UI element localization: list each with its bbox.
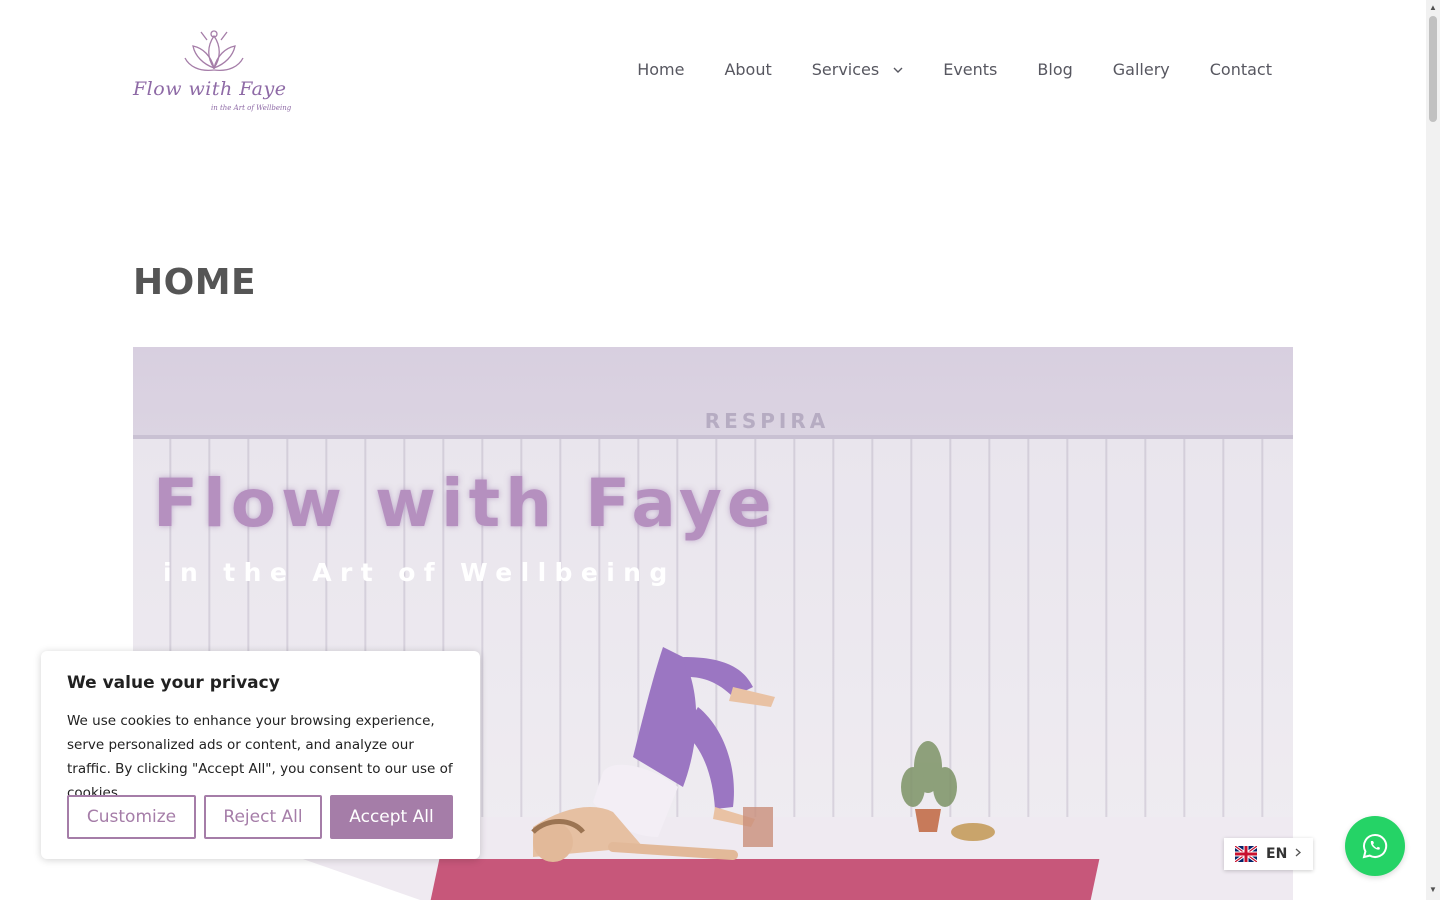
customize-button[interactable]: Customize [67,795,196,839]
cookie-title: We value your privacy [67,673,280,693]
nav-home[interactable]: Home [637,60,684,79]
logo-subtitle: in the Art of Wellbeing [211,104,292,112]
page-scrollbar[interactable]: ▲ ▼ [1426,0,1440,900]
language-switcher[interactable]: EN [1224,838,1313,870]
whatsapp-button[interactable] [1345,816,1405,876]
main-nav: Home About Services Events Blog Gallery … [637,60,1272,79]
hero-wall-sign: RESPIRA [704,409,830,433]
cookie-text: We use cookies to enhance your browsing … [67,713,453,801]
uk-flag-icon [1235,846,1257,862]
cookie-buttons: Customize Reject All Accept All [67,795,453,839]
nav-contact[interactable]: Contact [1210,60,1272,79]
language-code: EN [1266,846,1288,862]
nav-events[interactable]: Events [943,60,997,79]
reject-all-button[interactable]: Reject All [204,795,322,839]
lotus-logo-icon [184,30,244,72]
nav-gallery[interactable]: Gallery [1113,60,1170,79]
scroll-up-arrow[interactable]: ▲ [1429,4,1437,12]
logo-title: Flow with Faye [133,78,287,100]
scroll-down-arrow[interactable]: ▼ [1429,886,1437,894]
hero-title: Flow with Faye [153,465,777,542]
nav-services-label: Services [811,60,880,79]
chevron-down-icon [893,63,903,76]
nav-blog[interactable]: Blog [1037,60,1072,79]
accept-all-button[interactable]: Accept All [330,795,453,839]
nav-services[interactable]: Services [812,60,903,79]
hero-curtain-rail [133,435,1293,439]
cookie-consent-banner: We value your privacy We use cookies to … [41,651,480,859]
site-logo[interactable]: Flow with Faye in the Art of Wellbeing [133,28,295,120]
page-title: HOME [133,262,257,303]
nav-about[interactable]: About [724,60,771,79]
yoga-figure-illustration [531,647,995,862]
site-header: Flow with Faye in the Art of Wellbeing H… [0,0,1426,145]
whatsapp-icon [1362,833,1388,859]
hero-subtitle: in the Art of Wellbeing [163,558,676,587]
chevron-right-icon [1295,848,1302,860]
scroll-thumb[interactable] [1429,16,1437,122]
